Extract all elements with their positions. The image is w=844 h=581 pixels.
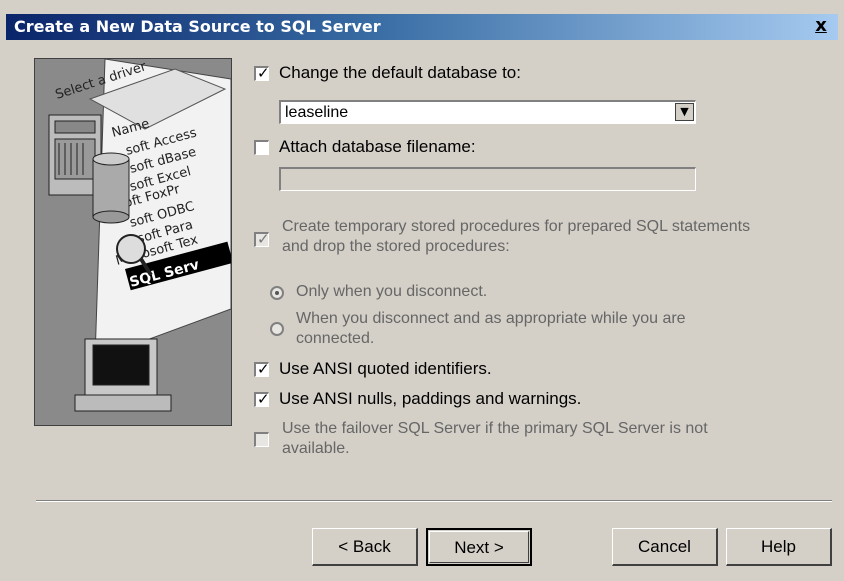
- change-default-db-label: Change the default database to:: [279, 63, 521, 82]
- radio-appropriate-label-line2: connected.: [296, 330, 375, 347]
- attach-db-filename-field[interactable]: [279, 167, 696, 191]
- cancel-button[interactable]: Cancel: [612, 528, 718, 566]
- next-button-label: Next >: [454, 538, 504, 557]
- radio-selected-dot: [275, 291, 279, 295]
- title-bar: Create a New Data Source to SQL Server x: [6, 14, 838, 40]
- create-temp-procs-label-line2: and drop the stored procedures:: [282, 238, 510, 255]
- radio-appropriate[interactable]: [270, 322, 284, 336]
- checkmark-icon: ✓: [257, 390, 270, 408]
- dialog-window: Create a New Data Source to SQL Server x…: [0, 0, 844, 581]
- database-select[interactable]: leaseline ▼: [279, 100, 696, 124]
- radio-disconnect[interactable]: [270, 286, 284, 300]
- attach-db-checkbox[interactable]: [254, 140, 269, 155]
- next-button[interactable]: Next >: [426, 528, 532, 566]
- create-temp-procs-checkbox[interactable]: ✓: [254, 230, 270, 248]
- help-button[interactable]: Help: [726, 528, 832, 566]
- ansi-nulls-label: Use ANSI nulls, paddings and warnings.: [279, 389, 582, 408]
- radio-disconnect-label: Only when you disconnect.: [296, 283, 488, 300]
- checkmark-icon: ✓: [257, 360, 270, 378]
- create-temp-procs-label-line1: Create temporary stored procedures for p…: [282, 218, 751, 235]
- failover-label-line2: available.: [282, 440, 350, 457]
- wizard-illustration: Select a driver Name soft Access soft dB…: [34, 58, 232, 426]
- separator: [36, 500, 832, 502]
- computer-icon: [74, 338, 172, 412]
- attach-db-label: Attach database filename:: [279, 137, 476, 156]
- window-title: Create a New Data Source to SQL Server: [14, 17, 381, 36]
- close-button[interactable]: x: [810, 16, 832, 36]
- database-select-value: leaseline: [285, 104, 349, 121]
- radio-appropriate-label-line1: When you disconnect and as appropriate w…: [296, 310, 686, 327]
- change-default-db-checkbox[interactable]: ✓: [254, 64, 270, 82]
- ansi-quoted-label: Use ANSI quoted identifiers.: [279, 359, 492, 378]
- checkmark-icon: ✓: [257, 64, 270, 82]
- back-button[interactable]: < Back: [312, 528, 418, 566]
- ansi-quoted-checkbox[interactable]: ✓: [254, 360, 270, 378]
- failover-label-line1: Use the failover SQL Server if the prima…: [282, 420, 708, 437]
- database-icon: [92, 152, 130, 224]
- chevron-down-icon[interactable]: ▼: [675, 103, 694, 121]
- checkmark-icon: ✓: [257, 230, 270, 248]
- ansi-nulls-checkbox[interactable]: ✓: [254, 390, 270, 408]
- failover-checkbox[interactable]: [254, 432, 269, 447]
